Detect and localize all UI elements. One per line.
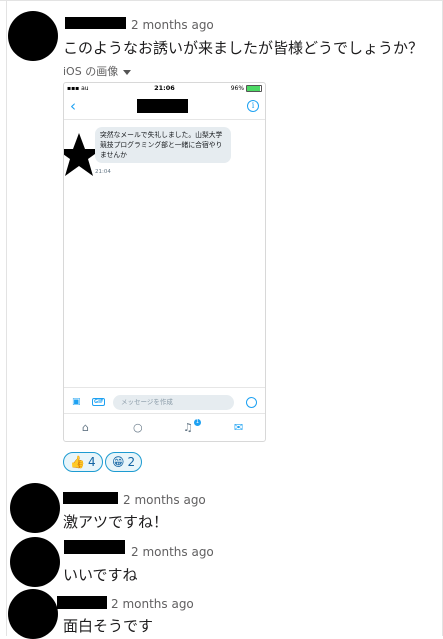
avatar[interactable] (8, 11, 58, 61)
avatar[interactable] (10, 483, 60, 533)
dm-message-input: メッセージを作成 (113, 395, 234, 410)
battery-icon (246, 85, 262, 92)
redacted-contact-name (137, 99, 188, 113)
timestamp[interactable]: 2 months ago (131, 18, 214, 32)
attachment-toggle[interactable]: iOS の画像 (63, 63, 132, 79)
redacted-username[interactable] (65, 17, 126, 29)
avatar[interactable] (10, 537, 60, 587)
left-border (6, 0, 7, 636)
reaction-grin[interactable]: 😁 2 (105, 452, 143, 472)
back-arrow-icon: ‹ (70, 97, 76, 115)
reaction-thumbs-up[interactable]: 👍 4 (63, 452, 103, 472)
search-icon: ○ (133, 421, 143, 434)
redacted-username[interactable] (63, 492, 118, 504)
battery-status: 96% (231, 85, 262, 92)
gif-icon: GIF (92, 398, 106, 406)
message-text: 激アツですね！ (63, 513, 169, 531)
emoji-icon (246, 397, 257, 408)
reaction-count: 4 (87, 455, 96, 469)
thumbs-up-icon: 👍 (70, 455, 85, 469)
redacted-username[interactable] (57, 596, 107, 609)
message-text: 面白そうです (63, 617, 154, 635)
avatar[interactable] (8, 589, 58, 639)
redacted-username[interactable] (64, 540, 125, 554)
mail-icon: ✉ (234, 421, 244, 434)
dm-navbar: ‹ i (64, 95, 265, 120)
home-icon: ⌂ (82, 421, 89, 434)
attachment-label: iOS の画像 (63, 65, 119, 78)
top-border (0, 0, 443, 1)
bell-icon: ♫ (183, 421, 193, 434)
message-text: このようなお誘いが来ましたが皆様どうでしょうか？ (63, 39, 424, 57)
info-icon: i (247, 100, 259, 112)
timestamp[interactable]: 2 months ago (123, 493, 206, 507)
message-text: いいですね (63, 566, 138, 584)
image-icon: ▣ (72, 397, 81, 407)
dm-message-bubble: 突然なメールで失礼しました。山梨大学競技プログラミング部と一緒に合宿やりませんか (95, 127, 231, 163)
timestamp[interactable]: 2 months ago (111, 597, 194, 611)
dm-tab-bar: ⌂ ○ ♫ 1 ✉ (64, 413, 265, 441)
grin-icon: 😁 (112, 455, 125, 469)
dm-message-time: 21:04 (95, 169, 111, 175)
image-attachment[interactable]: ▪▪▪ au 21:06 96% ‹ i 突然なメールで失礼しました。山梨大学競… (63, 82, 266, 442)
chevron-down-icon (123, 69, 132, 75)
dm-composer: ▣ GIF メッセージを作成 (64, 387, 265, 414)
notification-badge: 1 (194, 419, 201, 426)
reaction-count: 2 (127, 455, 136, 469)
timestamp[interactable]: 2 months ago (131, 545, 214, 559)
status-bar: ▪▪▪ au 21:06 96% (64, 83, 265, 95)
